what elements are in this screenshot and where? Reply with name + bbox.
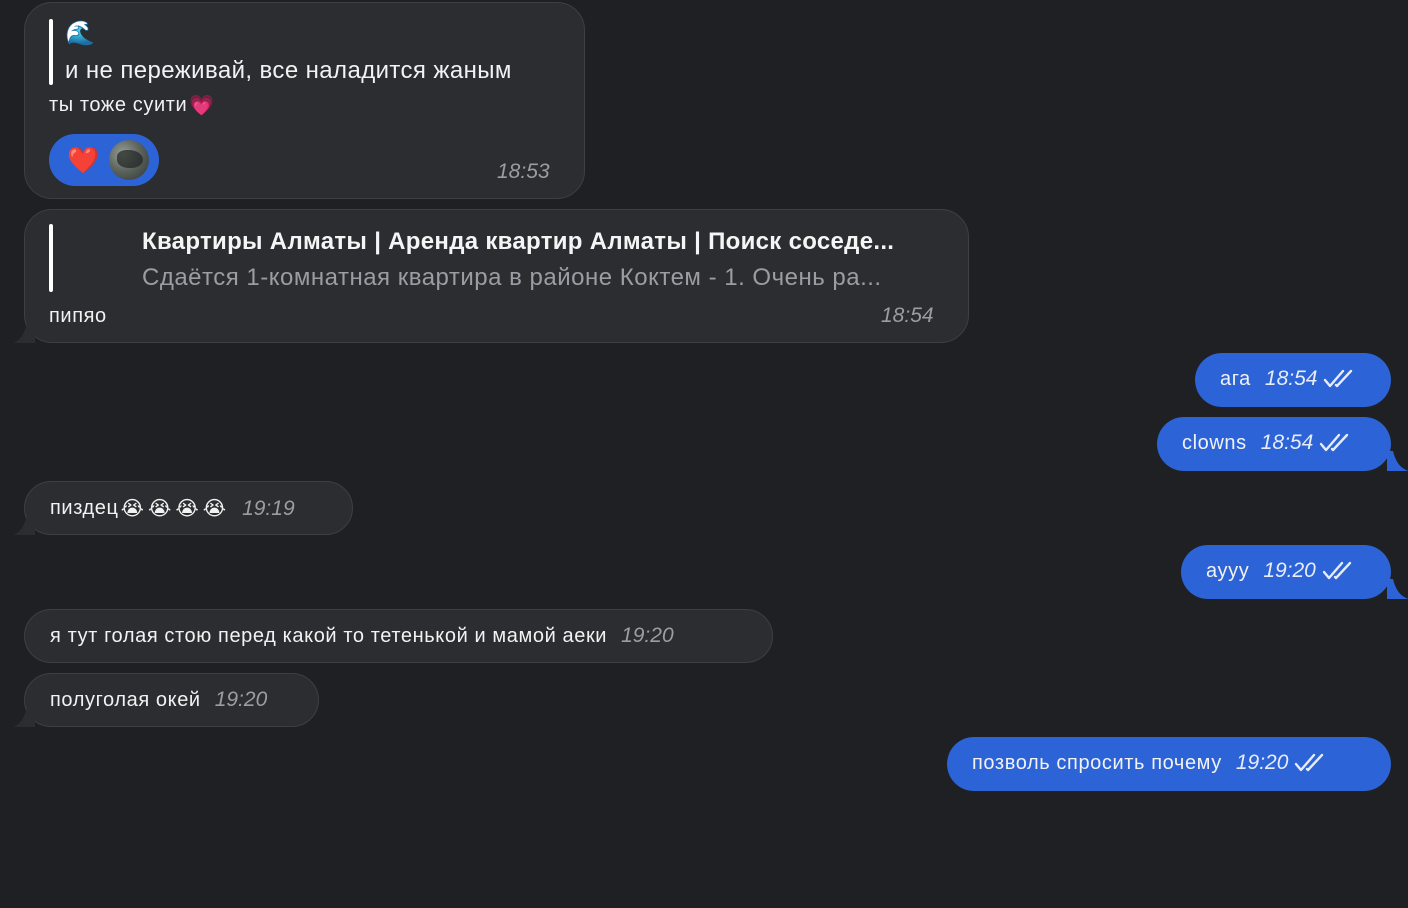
message-text: полуголая окей	[50, 688, 201, 711]
link-preview-description[interactable]: Сдаётся 1-комнатная квартира в районе Ко…	[142, 264, 882, 292]
message-content: позволь спросить почему 19:20	[972, 751, 1326, 775]
message-text: ага	[1220, 367, 1251, 390]
message-content: ага 18:54	[1220, 367, 1355, 391]
message-content: полуголая окей 19:20	[50, 688, 267, 712]
message-text: ты тоже суити	[49, 94, 188, 116]
message-content: пиздец 😭😭😭😭 19:19	[50, 496, 295, 521]
message-time: 19:20	[1235, 751, 1289, 774]
link-preview-title[interactable]: Квартиры Алматы | Аренда квартир Алматы …	[142, 228, 894, 256]
message-time: 18:54	[1264, 367, 1318, 390]
message-content: clowns 18:54	[1182, 431, 1351, 455]
quoted-text: и не переживай, все наладится жаным	[65, 57, 512, 84]
message-text: пиздец	[50, 497, 119, 519]
double-check-icon	[1320, 433, 1349, 452]
message-text: позволь спросить почему	[972, 751, 1222, 774]
message-bubble-outgoing[interactable]: позволь спросить почему 19:20	[947, 737, 1391, 791]
heart-emoji: 💗	[189, 95, 215, 117]
double-check-icon	[1322, 561, 1352, 580]
message-bubble-incoming[interactable]: 🌊 и не переживай, все наладится жаным ты…	[24, 2, 585, 199]
message-time: 18:54	[1260, 431, 1314, 454]
double-check-icon	[1324, 369, 1353, 388]
message-bubble-incoming[interactable]: Квартиры Алматы | Аренда квартир Алматы …	[13, 209, 969, 343]
double-check-icon	[1295, 753, 1324, 772]
quote-emoji: 🌊	[65, 20, 96, 47]
message-text: я тут голая стою перед какой то тетенько…	[50, 624, 608, 647]
message-time: 19:20	[621, 624, 674, 647]
message-content: аууу 19:20	[1206, 559, 1354, 583]
heart-reaction-icon: ❤️	[67, 145, 100, 175]
message-time: 19:19	[242, 496, 295, 520]
message-text-row: ты тоже суити 💗	[49, 93, 215, 118]
message-time: 19:20	[1263, 559, 1316, 582]
message-text: аууу	[1206, 559, 1250, 582]
bubble-tail	[13, 515, 35, 535]
quote-bar	[49, 19, 53, 85]
reactor-avatar[interactable]	[109, 140, 150, 180]
bubble-tail	[13, 323, 35, 343]
reaction-button[interactable]: ❤️	[49, 134, 159, 186]
message-content: я тут голая стою перед какой то тетенько…	[50, 624, 674, 648]
chat-history[interactable]: 🌊 и не переживай, все наладится жаным ты…	[0, 0, 1408, 908]
link-preview-bar	[49, 224, 53, 292]
message-text: clowns	[1182, 431, 1247, 454]
message-time: 19:20	[214, 688, 268, 711]
crying-face-emojis: 😭😭😭😭	[120, 498, 231, 520]
bubble-tail	[1387, 451, 1408, 471]
message-bubble-incoming[interactable]: пиздец 😭😭😭😭 19:19	[13, 481, 353, 535]
message-bubble-incoming[interactable]: я тут голая стою перед какой то тетенько…	[24, 609, 773, 663]
bubble-tail	[1387, 579, 1408, 599]
message-text: пипяо	[49, 305, 107, 327]
message-bubble-outgoing[interactable]: clowns 18:54	[1157, 417, 1408, 471]
message-time: 18:53	[497, 160, 550, 183]
message-bubble-outgoing[interactable]: аууу 19:20	[1181, 545, 1408, 599]
message-bubble-incoming[interactable]: полуголая окей 19:20	[13, 673, 319, 727]
message-bubble-outgoing[interactable]: ага 18:54	[1195, 353, 1391, 407]
bubble-tail	[13, 707, 35, 727]
message-time: 18:54	[881, 304, 934, 327]
